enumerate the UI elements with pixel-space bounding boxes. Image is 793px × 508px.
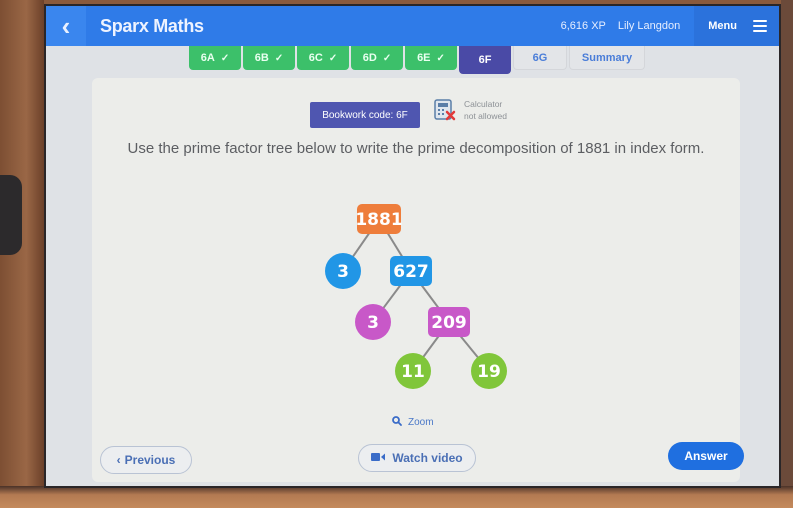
tab-6d[interactable]: 6D ✓: [351, 46, 403, 70]
tablet-case-right: [781, 0, 793, 508]
hamburger-icon: [753, 20, 767, 32]
tree-node-3: 3: [325, 253, 361, 289]
tree-node-3: 3: [355, 304, 391, 340]
check-icon: ✓: [382, 52, 392, 64]
user-name[interactable]: Lily Langdon: [618, 20, 680, 32]
magnifier-icon: [392, 416, 402, 429]
tree-node-label: 3: [367, 313, 379, 333]
task-tabs: 6A ✓ 6B ✓ 6C ✓ 6D ✓ 6E ✓ 6F 6G Summary: [189, 46, 647, 74]
question-card: Bookwork code: 6F Calculator not allowed…: [92, 78, 744, 482]
app-title: Sparx Maths: [100, 15, 204, 36]
chevron-left-icon: ‹: [61, 10, 71, 41]
app-screen: ‹ Sparx Maths 6,616 XP Lily Langdon Menu…: [44, 4, 781, 488]
zoom-label: Zoom: [408, 417, 434, 428]
check-icon: ✓: [220, 52, 230, 64]
video-camera-icon: [371, 451, 386, 465]
top-bar: ‹ Sparx Maths 6,616 XP Lily Langdon Menu: [46, 6, 779, 46]
tab-summary[interactable]: Summary: [569, 46, 645, 70]
tree-node-label: 19: [477, 362, 501, 382]
tab-6c[interactable]: 6C ✓: [297, 46, 349, 70]
back-button[interactable]: ‹: [46, 6, 86, 46]
watch-video-label: Watch video: [392, 451, 463, 465]
check-icon: ✓: [436, 52, 445, 64]
tree-node-11: 11: [395, 353, 431, 389]
tree-node-209: 209: [428, 307, 470, 337]
tablet-case-bottom: [0, 486, 793, 508]
tab-6g[interactable]: 6G: [513, 46, 567, 70]
zoom-link[interactable]: Zoom: [392, 416, 434, 429]
tab-6b[interactable]: 6B ✓: [243, 46, 295, 70]
check-icon: ✓: [328, 52, 338, 64]
tree-node-label: 1881: [355, 210, 402, 230]
chevron-left-icon: ‹: [116, 453, 121, 467]
tree-node-label: 11: [401, 362, 425, 382]
xp-counter: 6,616 XP: [560, 20, 606, 32]
tree-node-1881: 1881: [355, 204, 403, 234]
tablet-case-button: [0, 175, 22, 255]
watch-video-button[interactable]: Watch video: [358, 444, 476, 472]
menu-label: Menu: [708, 20, 737, 32]
previous-label: Previous: [124, 453, 176, 467]
tree-node-label: 209: [431, 313, 467, 333]
tree-node-label: 627: [393, 262, 429, 282]
tree-node-627: 627: [390, 256, 432, 286]
check-icon: ✓: [274, 52, 284, 64]
tree-node-19: 19: [471, 353, 507, 389]
tree-node-label: 3: [337, 262, 349, 282]
answer-button[interactable]: Answer: [668, 442, 744, 470]
menu-button[interactable]: Menu: [694, 6, 779, 46]
previous-button[interactable]: ‹ Previous: [100, 446, 192, 474]
tab-6f[interactable]: 6F: [459, 46, 511, 74]
tab-6a[interactable]: 6A ✓: [189, 46, 241, 70]
tab-6e[interactable]: 6E ✓: [405, 46, 457, 70]
